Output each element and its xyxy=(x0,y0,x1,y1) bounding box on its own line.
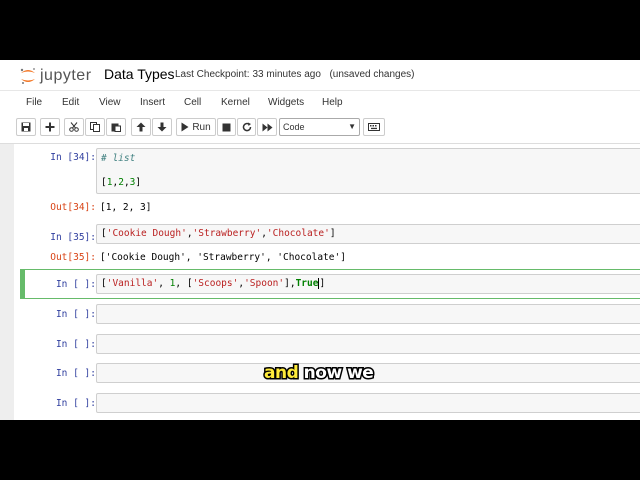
menubar: File Edit View Insert Cell Kernel Widget… xyxy=(0,90,640,116)
checkpoint-time: 33 minutes ago xyxy=(252,69,321,80)
menu-file[interactable]: File xyxy=(26,96,42,110)
input-prompt: In [ ]: xyxy=(55,309,96,320)
code-token: ] xyxy=(135,177,142,188)
input-prompt: In [ ]: xyxy=(55,339,96,350)
menu-view[interactable]: View xyxy=(99,96,121,110)
code-string: 'Scoops' xyxy=(192,278,239,289)
command-palette-button[interactable] xyxy=(363,118,385,136)
paste-icon xyxy=(111,123,121,132)
plus-icon xyxy=(45,122,55,132)
input-prompt: In [34]: xyxy=(50,152,96,163)
code-line: ['Vanilla', 1, ['Scoops','Spoon'],True] xyxy=(101,278,326,289)
fast-forward-icon xyxy=(262,123,272,131)
output-prompt: Out[35]: xyxy=(50,252,96,263)
cut-button[interactable] xyxy=(64,118,84,136)
menu-insert[interactable]: Insert xyxy=(140,96,165,110)
restart-icon xyxy=(242,122,251,132)
input-prompt: In [35]: xyxy=(50,232,96,243)
code-input-cell[interactable]: # list [1,2,3] xyxy=(96,148,640,194)
cell-output: ['Cookie Dough', 'Strawberry', 'Chocolat… xyxy=(100,252,346,263)
code-input-cell[interactable] xyxy=(96,304,640,324)
arrow-up-icon xyxy=(136,122,146,132)
jupyter-logo-text: jupyter xyxy=(40,67,92,84)
run-button[interactable]: Run xyxy=(176,118,216,136)
jupyter-logo[interactable]: jupyter xyxy=(18,66,98,86)
run-icon xyxy=(181,122,189,132)
jupyter-logo-icon xyxy=(20,68,35,84)
code-line: ['Cookie Dough','Strawberry','Chocolate'… xyxy=(101,228,336,239)
cell-type-value: Code xyxy=(283,122,305,132)
unsaved-changes: (unsaved changes) xyxy=(329,69,415,80)
code-string: 'Chocolate' xyxy=(266,228,330,239)
code-comment: # list xyxy=(101,153,136,164)
cut-icon xyxy=(69,122,79,132)
menu-help[interactable]: Help xyxy=(322,96,343,110)
save-button[interactable] xyxy=(16,118,36,136)
code-line: # list xyxy=(101,153,135,165)
input-prompt: In [ ]: xyxy=(55,368,96,379)
menu-cell[interactable]: Cell xyxy=(184,96,201,110)
copy-icon xyxy=(90,122,100,132)
checkpoint-label: Last Checkpoint: xyxy=(175,69,250,80)
restart-button[interactable] xyxy=(237,118,256,136)
paste-button[interactable] xyxy=(106,118,126,136)
move-up-button[interactable] xyxy=(131,118,151,136)
code-string: 'Spoon' xyxy=(244,278,285,289)
code-number: 1 xyxy=(106,177,113,188)
input-prompt: In [ ]: xyxy=(55,398,96,409)
cell-output: [1, 2, 3] xyxy=(100,202,152,213)
input-prompt: In [ ]: xyxy=(55,279,96,290)
restart-run-all-button[interactable] xyxy=(257,118,277,136)
code-string: 'Cookie Dough' xyxy=(106,228,187,239)
code-input-cell[interactable] xyxy=(96,334,640,354)
toolbar: Run Code ▼ xyxy=(0,115,640,144)
code-string: 'Vanilla' xyxy=(106,278,159,289)
cell-type-select[interactable]: Code ▼ xyxy=(279,118,360,136)
text-cursor xyxy=(318,278,320,289)
copy-button[interactable] xyxy=(85,118,105,136)
code-keyword: True xyxy=(295,278,319,289)
arrow-down-icon xyxy=(157,122,167,132)
video-caption: and now we xyxy=(262,362,375,385)
code-line: [1,2,3] xyxy=(101,177,142,188)
caption-text: now we xyxy=(298,362,375,385)
notebook-title[interactable]: Data Types xyxy=(104,65,175,83)
menu-widgets[interactable]: Widgets xyxy=(268,96,304,110)
caption-highlight: and xyxy=(262,362,300,385)
menu-kernel[interactable]: Kernel xyxy=(221,96,250,110)
keyboard-icon xyxy=(368,123,380,131)
code-number: 2 xyxy=(118,177,124,188)
code-string: 'Strawberry' xyxy=(192,228,262,239)
move-down-button[interactable] xyxy=(152,118,172,136)
notebook-header: jupyter Data Types Last Checkpoint: 33 mi… xyxy=(0,60,640,90)
code-input-cell[interactable]: ['Cookie Dough','Strawberry','Chocolate'… xyxy=(96,224,640,244)
interrupt-button[interactable] xyxy=(217,118,236,136)
code-input-cell[interactable] xyxy=(96,393,640,413)
checkpoint-status: Last Checkpoint: 33 minutes ago (unsaved … xyxy=(175,68,418,82)
stop-icon xyxy=(222,123,231,131)
chevron-down-icon: ▼ xyxy=(348,122,356,131)
menu-edit[interactable]: Edit xyxy=(62,96,79,110)
insert-cell-button[interactable] xyxy=(40,118,60,136)
code-number: 1 xyxy=(169,278,176,289)
save-icon xyxy=(21,122,31,132)
output-prompt: Out[34]: xyxy=(50,202,96,213)
run-label: Run xyxy=(192,121,211,133)
code-input-cell-active[interactable]: ['Vanilla', 1, ['Scoops','Spoon'],True] xyxy=(96,274,640,294)
